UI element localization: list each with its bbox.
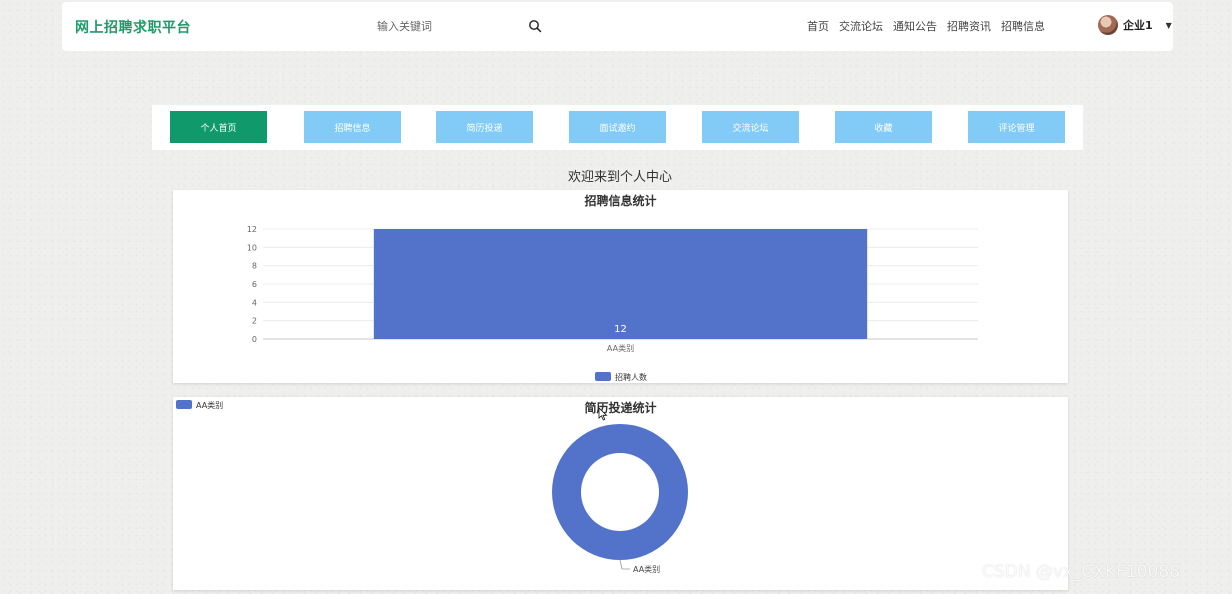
y-tick-label: 2 (252, 317, 257, 326)
user-name[interactable]: 企业1 (1123, 17, 1153, 33)
watermark: CSDN @vx_CXKF10088 (982, 562, 1181, 582)
tab-comments[interactable]: 评论管理 (968, 111, 1065, 143)
search-box (362, 12, 552, 40)
welcome-title: 欢迎来到个人中心 (567, 170, 672, 185)
y-tick-label: 8 (252, 262, 257, 271)
data-label: 12 (614, 324, 627, 335)
search-icon[interactable] (528, 19, 542, 33)
top-header: 网上招聘求职平台 首页 交流论坛 通知公告 招聘资讯 招聘信息 企业1 ▼ (62, 2, 1173, 51)
y-tick-label: 0 (252, 335, 257, 344)
tab-forum[interactable]: 交流论坛 (702, 111, 799, 143)
mouse-cursor-icon (598, 407, 608, 421)
legend-label: 招聘人数 (615, 372, 647, 382)
nav-home[interactable]: 首页 (807, 18, 829, 34)
tab-job-info[interactable]: 招聘信息 (304, 111, 401, 143)
nav-forum[interactable]: 交流论坛 (839, 18, 883, 34)
job-stats-card: 招聘信息统计 0 2 4 6 8 10 12 12 AA类别招聘人数 (173, 190, 1068, 383)
chart-title: 招聘信息统计 (584, 194, 657, 208)
y-tick-label: 4 (252, 298, 257, 307)
avatar[interactable] (1098, 15, 1118, 35)
y-tick-label: 12 (247, 225, 257, 234)
nav-news[interactable]: 招聘资讯 (947, 18, 991, 34)
bar (373, 229, 868, 339)
chart-title: 简历投递统计 (584, 401, 657, 415)
search-input[interactable] (362, 12, 512, 40)
user-menu[interactable]: 企业1 ▼ (1098, 15, 1172, 35)
pie-slice (552, 424, 688, 560)
caret-down-icon[interactable]: ▼ (1166, 21, 1172, 30)
site-logo[interactable]: 网上招聘求职平台 (75, 17, 191, 37)
y-tick-label: 10 (247, 243, 257, 252)
pie-chart: AA类别AA类别 (176, 400, 688, 574)
resume-stats-card: 简历投递统计 AA类别 AA类别 (173, 397, 1068, 590)
legend-swatch (595, 372, 611, 381)
slice-leader-line (619, 559, 630, 570)
tab-favorites[interactable]: 收藏 (835, 111, 932, 143)
tab-bar: 个人首页 招聘信息 简历投递 面试邀约 交流论坛 收藏 评论管理 (152, 105, 1083, 150)
x-tick-label: AA类别 (607, 343, 634, 353)
nav-notice[interactable]: 通知公告 (893, 18, 937, 34)
main-nav: 首页 交流论坛 通知公告 招聘资讯 招聘信息 (807, 18, 1045, 34)
slice-label: AA类别 (633, 564, 660, 574)
tab-resume-delivery[interactable]: 简历投递 (436, 111, 533, 143)
tab-personal-home[interactable]: 个人首页 (170, 111, 267, 143)
y-tick-label: 6 (252, 280, 257, 289)
tab-interview-invite[interactable]: 面试邀约 (569, 111, 666, 143)
bar-chart: 0 2 4 6 8 10 12 12 AA类别招聘人数 (247, 225, 978, 382)
nav-jobs[interactable]: 招聘信息 (1001, 18, 1045, 34)
